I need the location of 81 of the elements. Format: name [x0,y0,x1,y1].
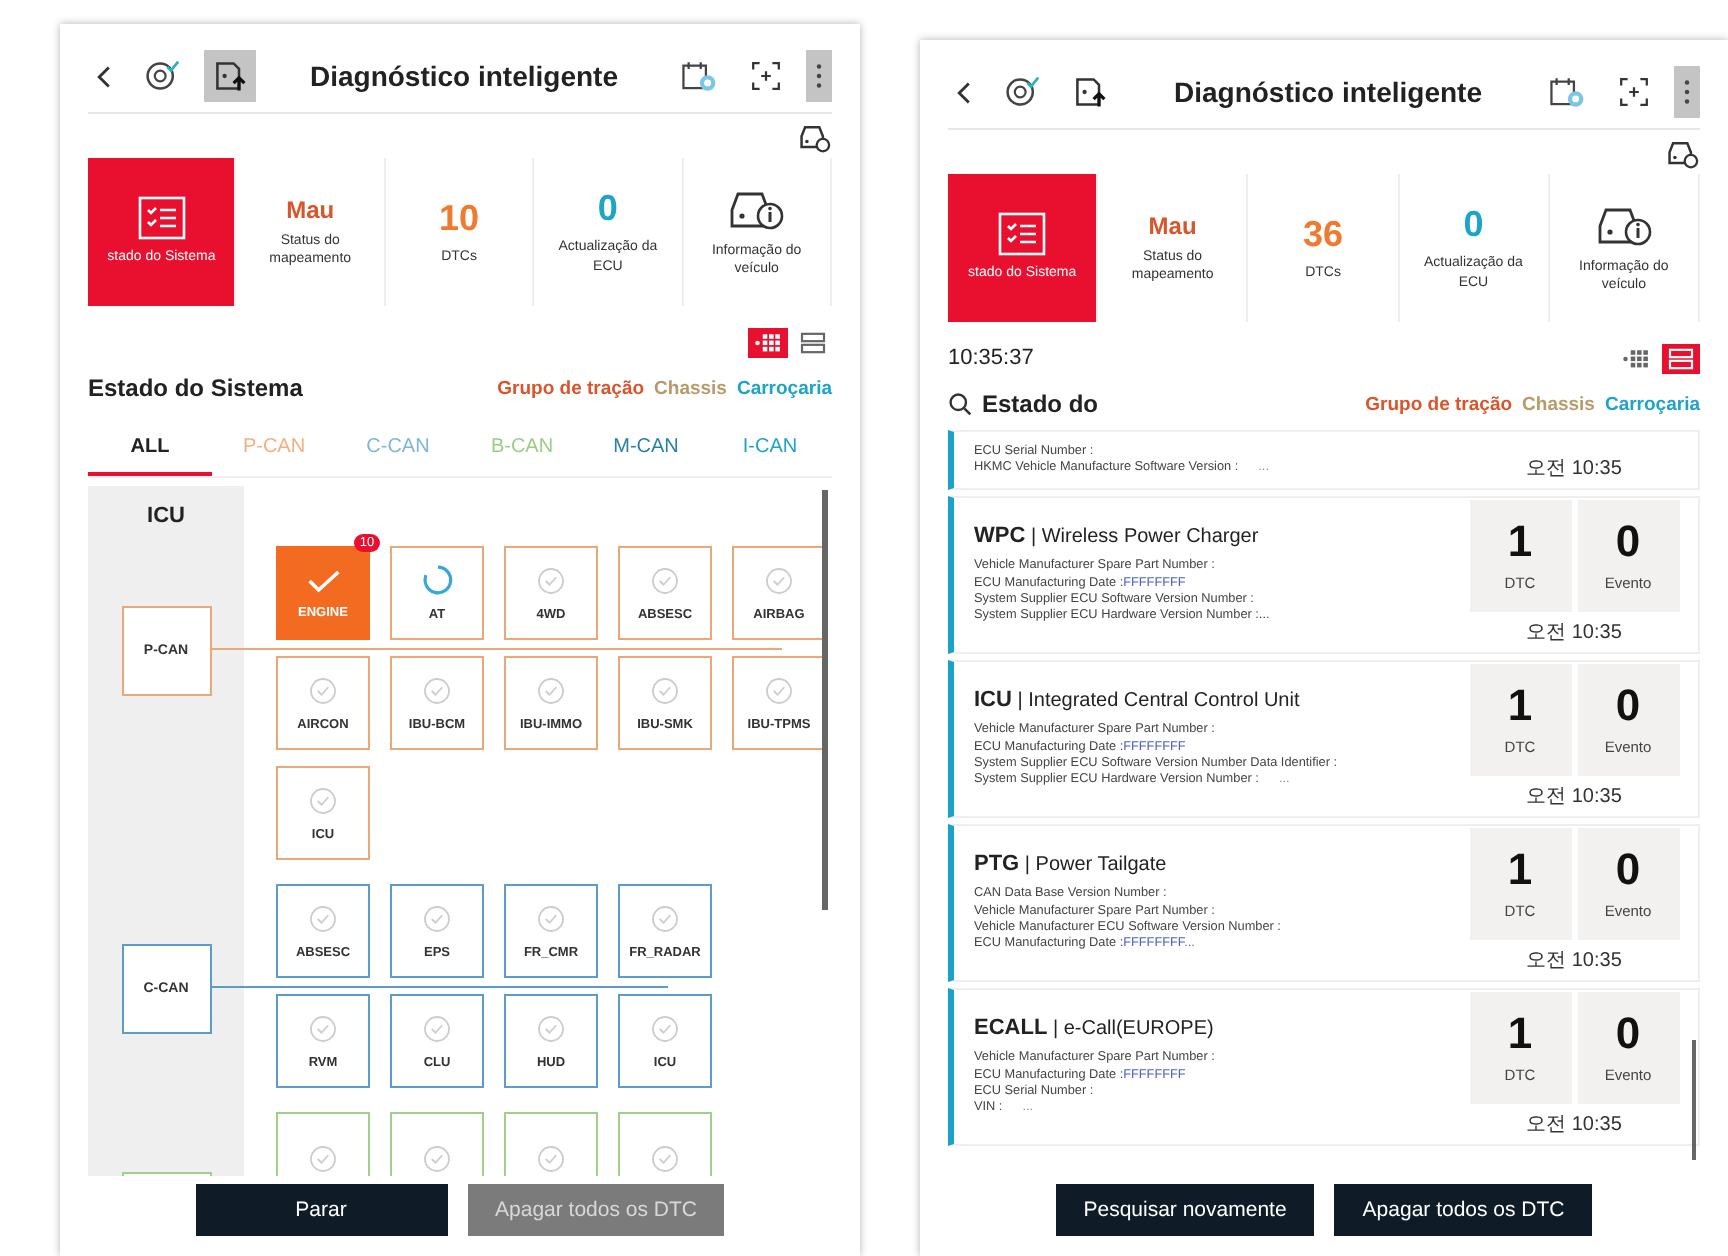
back-icon [956,79,972,105]
check-circle-icon [308,1144,338,1174]
action-button[interactable]: Parar [195,1184,448,1236]
group-filter[interactable]: Grupo de tração [497,377,645,399]
screen-title: Diagnóstico inteligente [307,60,620,92]
timestamp: 10:35:37 [948,346,1034,370]
menu-icon [814,60,824,92]
card-time: 오전 10:35 [1526,620,1622,646]
side-label: ICU [147,504,185,528]
summary-value: 0 [597,188,618,231]
ecu-card[interactable] [948,496,1700,654]
summary-value: 0 [1463,204,1484,247]
group-filter[interactable]: Grupo de tração [1365,393,1513,415]
check-circle-icon [536,1013,566,1043]
action-button[interactable]: Apagar todos os DTC [1334,1184,1593,1236]
check-circle-icon [536,1144,566,1174]
network-view-icon [1622,347,1650,369]
network-view-icon [754,331,782,353]
document-upload-icon [212,58,248,94]
check-circle-icon [422,1144,452,1174]
check-circle-icon [536,903,566,933]
document-upload-icon [1072,74,1108,110]
spinner-icon [421,564,453,596]
check-circle-icon [308,1013,338,1043]
view-toggle[interactable] [748,327,788,357]
toolbar-button[interactable] [204,50,256,102]
summary-value: 10 [439,197,480,240]
checklist-icon [998,212,1047,257]
summary-value: Mau [286,195,335,224]
check-circle-icon [308,675,338,705]
bus-tab[interactable]: ALL [88,426,212,476]
check-circle-icon [650,565,680,595]
car-check-icon[interactable] [796,122,832,154]
check-circle-icon [764,565,794,595]
search-icon [948,392,972,416]
scrollbar[interactable] [1692,1040,1696,1160]
checklist-icon [137,196,186,241]
check-circle-icon [764,675,794,705]
check-circle-icon [650,675,680,705]
ecu-title: ICU | Integrated Central Control Unit [974,688,1302,713]
check-circle-icon [308,903,338,933]
card-time: 오전 10:35 [1526,784,1622,810]
card-time: 오전 10:35 [1526,456,1622,482]
check-circle-icon [422,675,452,705]
ecu-card[interactable] [948,824,1700,982]
check-circle-icon [650,1144,680,1174]
view-toggle[interactable] [794,327,832,357]
car-check-icon[interactable] [1664,138,1700,170]
list-view-icon [1668,347,1694,369]
check-circle-icon [650,903,680,933]
gauge-check-icon [1004,74,1040,110]
bus-tab[interactable]: M-CAN [584,426,708,476]
calendar-ecu-icon [1548,74,1586,110]
card-time: 오전 10:35 [1526,948,1622,974]
ecu-title: ECALL | e-Call(EUROPE) [974,1016,1216,1041]
ecu-title: PTG | Power Tailgate [974,852,1169,877]
scrollbar[interactable] [822,490,828,910]
search-field[interactable]: Estado do [948,390,1099,418]
check-circle-icon [536,565,566,595]
check-circle-icon [308,785,338,815]
ecu-title: WPC | Wireless Power Charger [974,524,1261,549]
menu-icon [1682,76,1692,108]
section-title: Estado do Sistema [88,374,303,402]
summary-value: 36 [1302,213,1344,256]
scan-frame-icon [750,60,782,92]
gauge-check-icon [144,58,180,94]
ecu-card[interactable] [948,660,1700,818]
list-view-icon [800,331,826,353]
summary-value: Mau [1148,211,1197,240]
calendar-ecu-icon [680,58,718,94]
check-circle-icon [422,1013,452,1043]
check-icon [305,567,341,593]
check-circle-icon [422,903,452,933]
scan-frame-icon [1618,76,1650,108]
card-time: 오전 10:35 [1526,1112,1622,1138]
back-icon [96,63,112,89]
action-button[interactable]: Pesquisar novamente [1055,1184,1315,1236]
check-circle-icon [536,675,566,705]
check-circle-icon [650,1013,680,1043]
screen-title: Diagnóstico inteligente [1171,76,1484,108]
view-toggle[interactable] [1662,343,1700,373]
